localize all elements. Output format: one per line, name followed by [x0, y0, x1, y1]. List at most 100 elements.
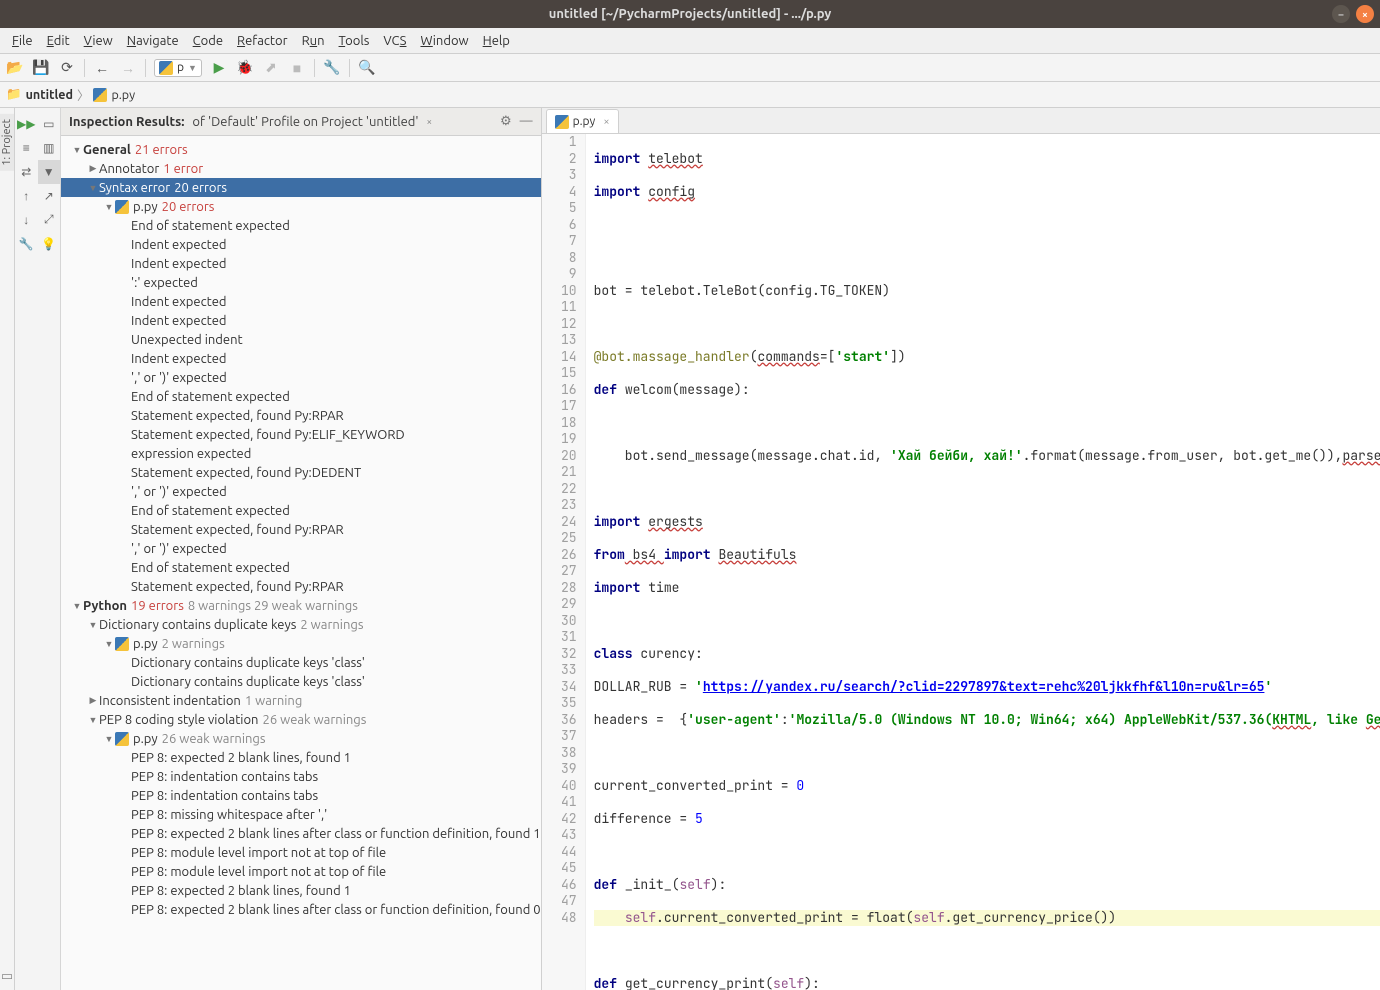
tree-node[interactable]: ▶Inconsistent indentation1 warning	[61, 691, 541, 710]
tree-node[interactable]: expression expected	[61, 444, 541, 463]
tree-node[interactable]: Statement expected, found Py:ELIF_KEYWOR…	[61, 425, 541, 444]
next-icon[interactable]: ↓	[15, 208, 38, 232]
tree-node[interactable]: ▼General21 errors	[61, 140, 541, 159]
tree-node[interactable]: Indent expected	[61, 235, 541, 254]
prev-icon[interactable]: ↑	[15, 184, 38, 208]
back-icon[interactable]: ←	[93, 59, 111, 77]
tree-node[interactable]: Dictionary contains duplicate keys 'clas…	[61, 672, 541, 691]
tree-node[interactable]: PEP 8: module level import not at top of…	[61, 843, 541, 862]
sync-icon[interactable]: ⟳	[58, 59, 76, 77]
editor-tabs: p.py ×	[542, 108, 1380, 134]
tree-node[interactable]: Indent expected	[61, 254, 541, 273]
folder-icon[interactable]: 📁	[6, 87, 22, 102]
editor-tab-label: p.py	[573, 115, 596, 128]
tree-node[interactable]: ',' or ')' expected	[61, 539, 541, 558]
code-editor[interactable]: 1234567891011121314151617181920212223242…	[542, 134, 1380, 990]
tree-node[interactable]: ▼p.py20 errors	[61, 197, 541, 216]
tree-node[interactable]: ',' or ')' expected	[61, 482, 541, 501]
pin-icon[interactable]: ⤢	[38, 208, 61, 232]
code-content[interactable]: import telebot import config bot = teleb…	[586, 134, 1380, 990]
wrench-icon[interactable]: 🔧	[15, 232, 38, 256]
menu-file[interactable]: File	[6, 31, 39, 51]
inspection-tree[interactable]: ▼General21 errors▶Annotator1 error▼Synta…	[61, 136, 541, 990]
tree-node[interactable]: PEP 8: missing whitespace after ','	[61, 805, 541, 824]
breadcrumb-file[interactable]: p.py	[111, 88, 135, 102]
settings-icon[interactable]: 🔧	[323, 59, 341, 77]
project-tool-window-button[interactable]: 1: Project	[0, 114, 14, 171]
debug-icon[interactable]: 🐞	[236, 59, 254, 77]
tree-node[interactable]: End of statement expected	[61, 558, 541, 577]
tree-node[interactable]: PEP 8: indentation contains tabs	[61, 786, 541, 805]
window-title: untitled [~/PycharmProjects/untitled] - …	[549, 7, 832, 21]
tree-node[interactable]: PEP 8: expected 2 blank lines after clas…	[61, 824, 541, 843]
editor-tab-p-py[interactable]: p.py ×	[546, 109, 619, 133]
tree-node[interactable]: ▼p.py26 weak warnings	[61, 729, 541, 748]
python-file-icon	[555, 115, 569, 129]
tree-node[interactable]: Statement expected, found Py:RPAR	[61, 406, 541, 425]
separator	[314, 59, 315, 77]
menu-window[interactable]: Window	[414, 31, 474, 51]
run-configuration-select[interactable]: p ▼	[154, 59, 202, 77]
minimize-button[interactable]: –	[1332, 5, 1350, 23]
menu-edit[interactable]: Edit	[41, 31, 76, 51]
tree-node[interactable]: ▼p.py2 warnings	[61, 634, 541, 653]
structure-icon[interactable]: ▭	[1, 969, 13, 984]
tree-node[interactable]: ',' or ')' expected	[61, 368, 541, 387]
close-small-icon[interactable]: ×	[427, 116, 433, 127]
coverage-icon[interactable]: ⬈	[262, 59, 280, 77]
tree-node[interactable]: ▼PEP 8 coding style violation26 weak war…	[61, 710, 541, 729]
menu-code[interactable]: Code	[187, 31, 229, 51]
tree-node[interactable]: End of statement expected	[61, 216, 541, 235]
stop-icon[interactable]: ■	[288, 59, 306, 77]
tree-node[interactable]: Statement expected, found Py:RPAR	[61, 520, 541, 539]
line-gutter: 1234567891011121314151617181920212223242…	[542, 134, 586, 990]
tree-node[interactable]: PEP 8: expected 2 blank lines, found 1	[61, 881, 541, 900]
menu-view[interactable]: View	[78, 31, 119, 51]
save-icon[interactable]: 💾	[32, 59, 50, 77]
close-window-button[interactable]: ×	[1356, 5, 1374, 23]
tree-node[interactable]: Unexpected indent	[61, 330, 541, 349]
filter-icon[interactable]: ▼	[38, 160, 61, 184]
hide-icon[interactable]: —	[520, 114, 533, 129]
tree-node[interactable]: End of statement expected	[61, 387, 541, 406]
tree-node[interactable]: Statement expected, found Py:DEDENT	[61, 463, 541, 482]
layout-icon[interactable]: ▥	[38, 136, 61, 160]
menu-help[interactable]: Help	[477, 31, 516, 51]
expand-icon[interactable]: ≡	[15, 136, 38, 160]
tree-node[interactable]: Indent expected	[61, 349, 541, 368]
open-icon[interactable]: 📂	[6, 59, 24, 77]
bulb-icon[interactable]: 💡	[38, 232, 61, 256]
tree-node[interactable]: PEP 8: expected 2 blank lines, found 1	[61, 748, 541, 767]
tree-node[interactable]: PEP 8: module level import not at top of…	[61, 862, 541, 881]
forward-icon[interactable]: →	[119, 59, 137, 77]
tree-node[interactable]: Indent expected	[61, 292, 541, 311]
tree-node[interactable]: Statement expected, found Py:RPAR	[61, 577, 541, 596]
tree-node[interactable]: ▶Annotator1 error	[61, 159, 541, 178]
main-toolbar: 📂 💾 ⟳ ← → p ▼ ▶ 🐞 ⬈ ■ 🔧 🔍	[0, 54, 1380, 82]
tree-node[interactable]: PEP 8: expected 2 blank lines after clas…	[61, 900, 541, 919]
breadcrumb-project[interactable]: untitled	[26, 88, 73, 102]
search-icon[interactable]: 🔍	[358, 59, 376, 77]
tree-node[interactable]: ▼Dictionary contains duplicate keys2 war…	[61, 615, 541, 634]
menu-navigate[interactable]: Navigate	[121, 31, 185, 51]
tree-node[interactable]: Dictionary contains duplicate keys 'clas…	[61, 653, 541, 672]
menu-tools[interactable]: Tools	[333, 31, 376, 51]
tree-node[interactable]: Indent expected	[61, 311, 541, 330]
rerun-icon[interactable]: ▶▶	[15, 112, 38, 136]
run-icon[interactable]: ▶	[210, 59, 228, 77]
stop-small-icon[interactable]: ▭	[38, 112, 61, 136]
tree-node[interactable]: ':' expected	[61, 273, 541, 292]
tree-node[interactable]: ▼Syntax error20 errors	[61, 178, 541, 197]
inspection-title: Inspection Results:	[69, 115, 184, 129]
menu-vcs[interactable]: VCS	[377, 31, 412, 51]
tree-node[interactable]: ▼Python19 errors8 warnings 29 weak warni…	[61, 596, 541, 615]
menu-refactor[interactable]: Refactor	[231, 31, 294, 51]
window-titlebar: untitled [~/PycharmProjects/untitled] - …	[0, 0, 1380, 28]
tree-node[interactable]: End of statement expected	[61, 501, 541, 520]
tree-node[interactable]: PEP 8: indentation contains tabs	[61, 767, 541, 786]
collapse-icon[interactable]: ⇄	[15, 160, 38, 184]
menu-run[interactable]: Run	[296, 31, 331, 51]
export-icon[interactable]: ↗	[38, 184, 61, 208]
gear-icon[interactable]: ⚙	[500, 114, 512, 129]
close-tab-icon[interactable]: ×	[599, 116, 609, 128]
